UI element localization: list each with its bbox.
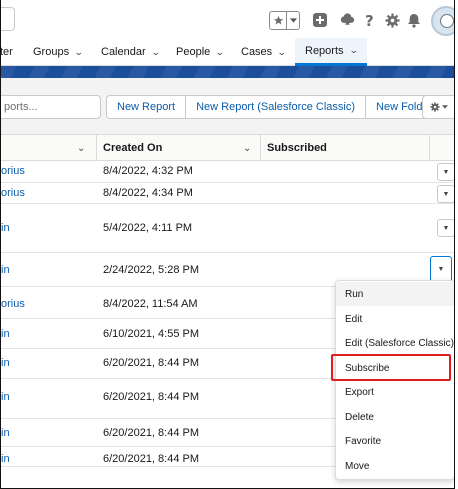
nav-item-label: Cases xyxy=(241,46,273,58)
menu-item-move[interactable]: Move xyxy=(336,454,454,478)
report-name-link[interactable]: in xyxy=(1,328,10,340)
row-action-button[interactable]: ▼ xyxy=(437,185,454,203)
menu-item-run[interactable]: Run xyxy=(336,282,454,306)
row-action-button[interactable]: ▼ xyxy=(437,163,454,181)
created-on-cell: 6/20/2021, 8:44 PM xyxy=(103,427,200,439)
row-action-button[interactable]: ▼ xyxy=(437,219,454,237)
report-name-link[interactable]: in xyxy=(1,427,10,439)
bell-icon[interactable] xyxy=(405,11,423,29)
nav-item-label: Calendar xyxy=(101,46,146,58)
report-name-link[interactable]: in xyxy=(1,391,10,403)
created-on-cell: 5/4/2022, 4:11 PM xyxy=(103,222,193,234)
app-navigation-bar: ter Groups ⌄ Calendar ⌄ People ⌄ Cases ⌄… xyxy=(0,38,454,66)
gear-icon[interactable] xyxy=(383,11,401,29)
nav-item-partial[interactable]: ter xyxy=(0,38,13,66)
report-name-link[interactable]: orius xyxy=(1,298,25,310)
created-on-cell: 6/20/2021, 8:44 PM xyxy=(103,391,200,403)
help-icon[interactable]: ? xyxy=(361,11,379,29)
caret-down-icon[interactable] xyxy=(287,12,299,29)
action-button-group: New Report New Report (Salesforce Classi… xyxy=(106,95,444,119)
new-report-classic-button[interactable]: New Report (Salesforce Classic) xyxy=(186,96,367,118)
created-on-cell: 8/4/2022, 11:54 AM xyxy=(103,298,198,310)
chevron-down-icon[interactable]: ⌄ xyxy=(151,47,161,58)
created-on-cell: 2/24/2022, 5:28 PM xyxy=(103,264,200,276)
plus-icon[interactable] xyxy=(311,11,329,29)
report-name-link[interactable]: in xyxy=(1,453,10,465)
table-row[interactable]: in 5/4/2022, 4:11 PM ▼ xyxy=(1,204,454,253)
trailhead-icon[interactable] xyxy=(338,11,356,29)
nav-item-label: ter xyxy=(0,46,13,58)
app-frame: ? ter Groups ⌄ Calendar ⌄ People ⌄ Cases xyxy=(0,0,455,489)
column-header-subscribed[interactable]: Subscribed xyxy=(267,135,327,161)
search-placeholder: ports... xyxy=(4,101,38,113)
nav-item-label: People xyxy=(176,46,211,58)
column-divider[interactable] xyxy=(96,135,97,161)
row-action-menu: Run Edit Edit (Salesforce Classic) Subsc… xyxy=(335,280,454,480)
svg-text:?: ? xyxy=(365,12,374,28)
favorites-button-group[interactable] xyxy=(269,11,300,30)
row-action-button-active[interactable]: ▼ xyxy=(430,256,452,282)
list-toolbar: ports... New Report New Report (Salesfor… xyxy=(1,78,454,134)
global-search-input[interactable] xyxy=(1,7,15,31)
menu-item-favorite[interactable]: Favorite xyxy=(336,429,454,453)
menu-item-subscribe[interactable]: Subscribe xyxy=(336,356,454,380)
chevron-down-icon[interactable]: ⌄ xyxy=(77,135,85,161)
created-on-cell: 6/10/2021, 4:55 PM xyxy=(103,328,200,340)
search-reports-input[interactable]: ports... xyxy=(1,95,101,119)
table-header: ⌄ Created On ⌄ Subscribed xyxy=(1,134,454,161)
global-header: ? xyxy=(1,0,454,38)
report-name-link[interactable]: in xyxy=(1,357,10,369)
nav-item-cases[interactable]: Cases ⌄ xyxy=(241,38,287,66)
nav-item-groups[interactable]: Groups ⌄ xyxy=(33,38,84,66)
avatar-face-icon xyxy=(440,14,454,28)
report-name-link[interactable]: in xyxy=(1,222,10,234)
chevron-down-icon[interactable]: ⌄ xyxy=(277,47,287,58)
chevron-down-icon[interactable]: ⌄ xyxy=(74,47,84,58)
created-on-cell: 6/20/2021, 8:44 PM xyxy=(103,357,200,369)
avatar[interactable] xyxy=(431,6,454,36)
report-name-link[interactable]: orius xyxy=(1,187,25,199)
chevron-down-icon[interactable]: ⌄ xyxy=(348,45,358,56)
column-divider[interactable] xyxy=(260,135,261,161)
nav-item-calendar[interactable]: Calendar ⌄ xyxy=(101,38,161,66)
list-settings-button[interactable] xyxy=(422,95,454,119)
report-name-link[interactable]: in xyxy=(1,264,10,276)
created-on-cell: 8/4/2022, 4:34 PM xyxy=(103,187,193,199)
brand-band xyxy=(1,66,454,78)
column-divider xyxy=(429,135,430,161)
report-name-link[interactable]: orius xyxy=(1,165,25,177)
created-on-cell: 6/20/2021, 8:44 PM xyxy=(103,453,200,465)
new-report-button[interactable]: New Report xyxy=(107,96,187,118)
caret-down-icon xyxy=(442,105,448,109)
nav-item-reports[interactable]: Reports ⌄ xyxy=(295,38,368,66)
chevron-down-icon[interactable]: ⌄ xyxy=(243,135,251,161)
table-row[interactable]: orius 8/4/2022, 4:34 PM ▼ xyxy=(1,183,454,204)
nav-item-label: Groups xyxy=(33,46,70,58)
menu-item-edit-classic[interactable]: Edit (Salesforce Classic) xyxy=(336,331,454,355)
chevron-down-icon[interactable]: ⌄ xyxy=(215,47,225,58)
menu-item-delete[interactable]: Delete xyxy=(336,405,454,429)
star-icon[interactable] xyxy=(270,12,287,29)
nav-item-label: Reports xyxy=(305,44,344,57)
menu-item-edit[interactable]: Edit xyxy=(336,307,454,331)
table-row[interactable]: orius 8/4/2022, 4:32 PM ▼ xyxy=(1,161,454,183)
nav-item-people[interactable]: People ⌄ xyxy=(176,38,225,66)
column-header-created-on[interactable]: Created On xyxy=(103,135,162,161)
gear-icon xyxy=(430,102,440,112)
menu-item-export[interactable]: Export xyxy=(336,380,454,404)
created-on-cell: 8/4/2022, 4:32 PM xyxy=(103,165,193,177)
